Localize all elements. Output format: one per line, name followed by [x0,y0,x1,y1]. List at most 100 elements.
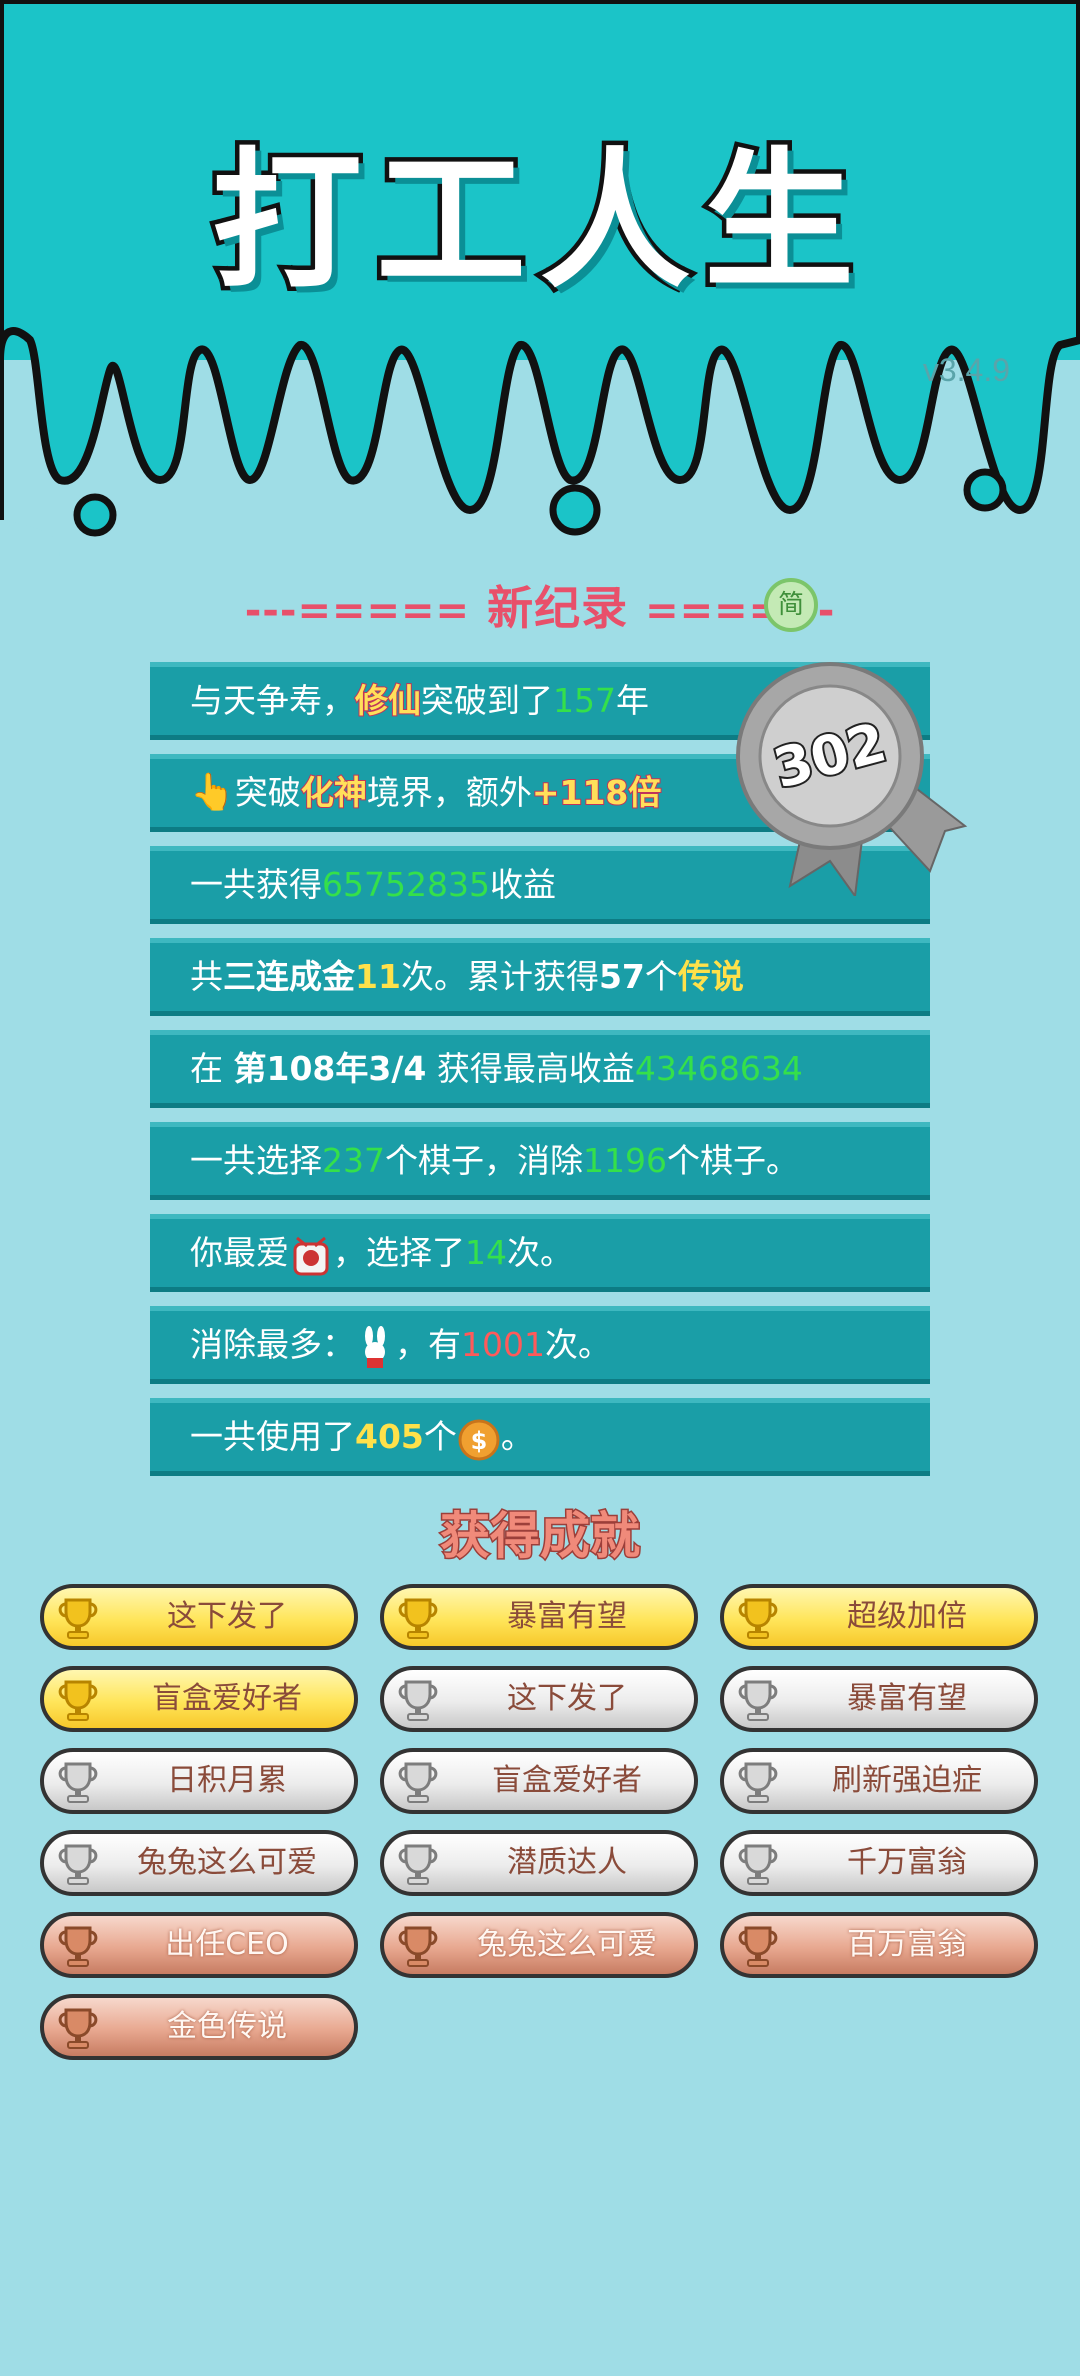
achievement-bronze[interactable]: 百万富翁 [720,1912,1038,1978]
achievement-silver[interactable]: 潜质达人 [380,1830,698,1896]
achievement-gold[interactable]: 暴富有望 [380,1584,698,1650]
achievement-label: 盲盒爱好者 [152,1681,302,1716]
stat-value: 14 [465,1233,507,1272]
svg-text:$: $ [471,1427,488,1455]
achievement-silver[interactable]: 兔兔这么可爱 [40,1830,358,1896]
trophy-icon [54,1758,102,1806]
achievement-label: 百万富翁 [847,1927,967,1962]
stat-text: 获得最高收益 [426,1049,635,1088]
header: 打工人生 v3.4.9 [0,0,1080,560]
simplified-toggle-button[interactable]: 简 [764,578,818,632]
achievement-silver[interactable]: 刷新强迫症 [720,1748,1038,1814]
stat-value: 405 [355,1417,424,1456]
trophy-icon [394,1922,442,1970]
trophy-icon [394,1840,442,1888]
achievement-label: 暴富有望 [507,1599,627,1634]
trophy-icon [734,1594,782,1642]
slot-machine-icon [289,1233,333,1277]
trophy-icon [54,1594,102,1642]
trophy-icon [394,1594,442,1642]
version-label: v3.4.9 [922,352,1010,388]
achievement-silver[interactable]: 日积月累 [40,1748,358,1814]
stat-value: 237 [322,1141,385,1180]
achievement-gold[interactable]: 这下发了 [40,1584,358,1650]
stat-value: 157 [553,681,616,720]
stat-value: 43468634 [634,1049,803,1088]
stat-highlight: 化神 [300,772,368,813]
stat-value: 1001 [461,1325,545,1364]
stat-row-favorite: 你最爱 ，选择了14次。 [150,1214,930,1292]
stat-text: 突破 [234,773,301,812]
trophy-icon [734,1758,782,1806]
stat-value: +118倍 [531,772,663,813]
achievement-silver[interactable]: 这下发了 [380,1666,698,1732]
stat-highlight: 修仙 [354,680,422,721]
achievement-label: 金色传说 [167,2009,287,2044]
stat-highlight: 第108年3/4 [233,1049,427,1088]
achievement-label: 日积月累 [167,1763,287,1798]
achievement-label: 潜质达人 [507,1845,627,1880]
record-badge: 302 [730,656,970,899]
stat-text: 。 [500,1417,534,1456]
trophy-icon [394,1758,442,1806]
coin-icon: $ [457,1417,501,1461]
achievement-label: 出任CEO [165,1927,289,1962]
achievement-silver[interactable]: 盲盒爱好者 [380,1748,698,1814]
rabbit-icon [355,1325,395,1369]
stat-value: 65752835 [322,865,490,904]
stat-text: 共 [190,957,223,996]
trophy-icon [734,1676,782,1724]
hand-pointer-icon: 👆 [190,772,235,813]
achievement-label: 兔兔这么可爱 [137,1845,317,1880]
achievement-label: 这下发了 [167,1599,287,1634]
achievement-bronze[interactable]: 金色传说 [40,1994,358,2060]
stat-text: 个 [644,957,678,996]
stat-text: 与天争寿， [190,681,355,720]
achievement-label: 兔兔这么可爱 [477,1927,657,1962]
stat-text: 一共选择 [190,1141,322,1180]
achievement-label: 暴富有望 [847,1681,967,1716]
stat-highlight: 传说 [677,957,744,996]
stat-text: ，有 [395,1325,461,1364]
stat-text: 一共获得 [190,865,322,904]
achievement-gold[interactable]: 盲盒爱好者 [40,1666,358,1732]
stat-text: 次。 [544,1325,611,1364]
achievement-gold[interactable]: 超级加倍 [720,1584,1038,1650]
achievement-label: 超级加倍 [847,1599,967,1634]
stat-highlight: 三连成金 [223,957,355,996]
stat-row-best-income: 在 第108年3/4 获得最高收益43468634 [150,1030,930,1108]
stat-text: 个棋子。 [666,1141,799,1180]
stat-text: 收益 [489,865,556,904]
stat-row-coins: 一共使用了405个 $ 。 [150,1398,930,1476]
achievement-label: 刷新强迫症 [832,1763,982,1798]
trophy-icon [54,2004,102,2052]
stat-value: 1196 [583,1141,667,1180]
game-title: 打工人生 [207,131,868,314]
stat-row-most-removed: 消除最多： ，有1001次。 [150,1306,930,1384]
record-title: 新纪录 [487,581,629,635]
achievement-label: 这下发了 [507,1681,627,1716]
stat-row-triple: 共三连成金11次。累计获得57个传说 [150,938,930,1016]
achievement-bronze[interactable]: 兔兔这么可爱 [380,1912,698,1978]
trophy-icon [734,1922,782,1970]
stat-text: ，选择了 [333,1233,465,1272]
stat-text: 境界，额外 [366,773,532,812]
achievements-heading: 获得成就 [439,1506,642,1567]
achievement-bronze[interactable]: 出任CEO [40,1912,358,1978]
achievement-silver[interactable]: 千万富翁 [720,1830,1038,1896]
stat-text: 个棋子，消除 [385,1141,583,1180]
stat-text: 次。 [507,1233,573,1272]
achievement-silver[interactable]: 暴富有望 [720,1666,1038,1732]
stat-value: 57 [598,957,645,996]
trophy-icon [734,1840,782,1888]
stat-text: 次。累计获得 [400,957,599,996]
record-left-deco: ---===== [244,588,471,634]
new-record-heading: ---===== 新纪录 =====- [0,572,1080,638]
trophy-icon [54,1676,102,1724]
stat-text: 个 [423,1417,457,1456]
stat-text: 你最爱 [190,1233,289,1272]
trophy-icon [54,1922,102,1970]
stat-text: 年 [616,681,649,720]
stat-row-pieces: 一共选择237个棋子，消除1196个棋子。 [150,1122,930,1200]
trophy-icon [54,1840,102,1888]
